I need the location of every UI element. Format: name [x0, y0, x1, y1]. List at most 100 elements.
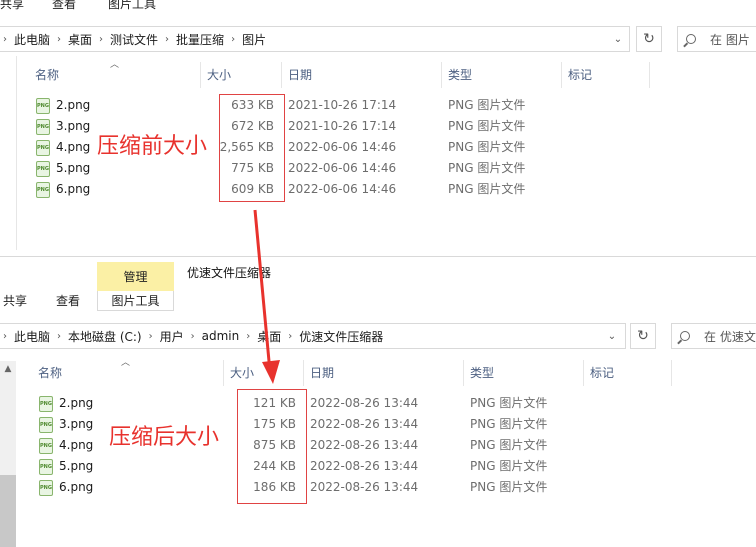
- file-type: PNG 图片文件: [470, 396, 548, 410]
- address-bar[interactable]: › 此电脑 › 本地磁盘 (C:) › 用户 › admin › 桌面 › 优速…: [0, 323, 626, 349]
- tab-view[interactable]: 查看: [52, 0, 76, 14]
- search-input[interactable]: 在 图片: [677, 26, 756, 52]
- file-name: 2.png: [59, 396, 94, 410]
- breadcrumb-desktop[interactable]: 桌面: [257, 328, 281, 345]
- annotation-before-size: 压缩前大小: [97, 134, 208, 159]
- file-name: 5.png: [56, 161, 91, 175]
- size-highlight-box: [237, 389, 307, 504]
- column-divider[interactable]: [583, 360, 584, 386]
- tab-picture-tools[interactable]: 图片工具: [97, 291, 174, 311]
- tab-share[interactable]: 共享: [3, 291, 27, 311]
- search-icon: [680, 331, 690, 341]
- breadcrumb-this-pc[interactable]: 此电脑: [14, 31, 50, 48]
- search-input[interactable]: 在 优速文: [671, 323, 756, 349]
- breadcrumb-this-pc[interactable]: 此电脑: [14, 328, 50, 345]
- column-header: 名称 ︿ 大小 日期 类型 标记: [0, 358, 756, 386]
- breadcrumb-local-disk[interactable]: 本地磁盘 (C:): [68, 328, 142, 345]
- search-placeholder: 在 图片: [710, 32, 750, 47]
- refresh-icon[interactable]: ↻: [636, 26, 662, 52]
- column-divider[interactable]: [200, 62, 201, 88]
- file-date: 2022-08-26 13:44: [310, 480, 419, 494]
- column-divider[interactable]: [303, 360, 304, 386]
- file-name: 4.png: [56, 140, 91, 154]
- file-date: 2022-06-06 14:46: [288, 140, 397, 154]
- breadcrumb-batch-compress[interactable]: 批量压缩: [176, 31, 224, 48]
- file-date: 2022-06-06 14:46: [288, 182, 397, 196]
- chevron-down-icon[interactable]: ⌄: [600, 323, 624, 349]
- file-date: 2022-08-26 13:44: [310, 396, 419, 410]
- file-name: 6.png: [56, 182, 91, 196]
- search-icon: [686, 34, 696, 44]
- table-row[interactable]: PNG 6.png 186 KB 2022-08-26 13:44 PNG 图片…: [0, 477, 756, 498]
- column-divider[interactable]: [463, 360, 464, 386]
- breadcrumb-separator-icon: ›: [3, 33, 7, 45]
- table-row[interactable]: PNG 2.png 633 KB 2021-10-26 17:14 PNG 图片…: [0, 95, 756, 116]
- breadcrumb-pictures[interactable]: 图片: [242, 31, 266, 48]
- sort-caret-icon: ︿: [110, 60, 120, 70]
- tab-manage[interactable]: 管理: [97, 262, 174, 291]
- column-name[interactable]: 名称: [38, 360, 62, 386]
- png-file-icon: PNG: [39, 396, 53, 412]
- column-size[interactable]: 大小: [230, 360, 254, 386]
- breadcrumb-desktop[interactable]: 桌面: [68, 31, 92, 48]
- column-divider[interactable]: [441, 62, 442, 88]
- chevron-down-icon[interactable]: ⌄: [606, 26, 630, 52]
- png-file-icon: PNG: [36, 98, 50, 114]
- file-type: PNG 图片文件: [470, 459, 548, 473]
- tab-view[interactable]: 查看: [56, 291, 80, 311]
- png-file-icon: PNG: [39, 417, 53, 433]
- column-date[interactable]: 日期: [288, 62, 312, 88]
- table-row[interactable]: PNG 5.png 775 KB 2022-06-06 14:46 PNG 图片…: [0, 158, 756, 179]
- column-divider[interactable]: [281, 62, 282, 88]
- column-divider[interactable]: [649, 62, 650, 88]
- column-divider[interactable]: [671, 360, 672, 386]
- file-type: PNG 图片文件: [448, 161, 526, 175]
- table-row[interactable]: PNG 6.png 609 KB 2022-06-06 14:46 PNG 图片…: [0, 179, 756, 200]
- breadcrumb-compressor-folder[interactable]: 优速文件压缩器: [299, 328, 383, 345]
- file-date: 2021-10-26 17:14: [288, 119, 397, 133]
- breadcrumb-separator-icon: ›: [148, 330, 153, 342]
- file-type: PNG 图片文件: [448, 119, 526, 133]
- address-row: › 此电脑 › 本地磁盘 (C:) › 用户 › admin › 桌面 › 优速…: [0, 323, 756, 349]
- file-type: PNG 图片文件: [448, 140, 526, 154]
- file-name: 3.png: [59, 417, 94, 431]
- column-divider[interactable]: [561, 62, 562, 88]
- refresh-icon[interactable]: ↻: [630, 323, 656, 349]
- breadcrumb-separator-icon: ›: [99, 33, 104, 45]
- sort-caret-icon: ︿: [121, 358, 131, 368]
- column-divider[interactable]: [223, 360, 224, 386]
- file-name: 2.png: [56, 98, 91, 112]
- column-size[interactable]: 大小: [207, 62, 231, 88]
- window-title: 优速文件压缩器: [187, 266, 272, 280]
- address-bar[interactable]: › 此电脑 › 桌面 › 测试文件 › 批量压缩 › 图片: [0, 26, 630, 52]
- breadcrumb-separator-icon: ›: [231, 33, 236, 45]
- breadcrumb-admin[interactable]: admin: [202, 329, 240, 343]
- tab-picture-tools[interactable]: 图片工具: [108, 0, 156, 14]
- column-type[interactable]: 类型: [448, 62, 472, 88]
- table-row[interactable]: PNG 2.png 121 KB 2022-08-26 13:44 PNG 图片…: [0, 393, 756, 414]
- annotation-after-size: 压缩后大小: [109, 425, 220, 450]
- file-name: 5.png: [59, 459, 94, 473]
- file-type: PNG 图片文件: [448, 182, 526, 196]
- breadcrumb-separator-icon: ›: [288, 330, 293, 342]
- file-date: 2021-10-26 17:14: [288, 98, 397, 112]
- file-type: PNG 图片文件: [470, 438, 548, 452]
- breadcrumb-separator-icon: ›: [165, 33, 170, 45]
- png-file-icon: PNG: [36, 140, 50, 156]
- png-file-icon: PNG: [39, 459, 53, 475]
- breadcrumb-test-files[interactable]: 测试文件: [110, 31, 158, 48]
- column-name[interactable]: 名称: [35, 62, 59, 88]
- png-file-icon: PNG: [36, 161, 50, 177]
- column-type[interactable]: 类型: [470, 360, 494, 386]
- explorer-window-before: 共享 查看 图片工具 › 此电脑 › 桌面 › 测试文件 › 批量压缩 › 图片…: [0, 0, 756, 250]
- size-highlight-box: [219, 94, 285, 202]
- column-date[interactable]: 日期: [310, 360, 334, 386]
- file-date: 2022-08-26 13:44: [310, 459, 419, 473]
- tab-share[interactable]: 共享: [0, 0, 24, 14]
- table-row[interactable]: PNG 5.png 244 KB 2022-08-26 13:44 PNG 图片…: [0, 456, 756, 477]
- column-tag[interactable]: 标记: [590, 360, 614, 386]
- column-tag[interactable]: 标记: [568, 62, 592, 88]
- breadcrumb-users[interactable]: 用户: [160, 328, 184, 345]
- explorer-window-after: 管理 优速文件压缩器 共享 查看 图片工具 › 此电脑 › 本地磁盘 (C:) …: [0, 256, 756, 547]
- breadcrumb-separator-icon: ›: [57, 33, 62, 45]
